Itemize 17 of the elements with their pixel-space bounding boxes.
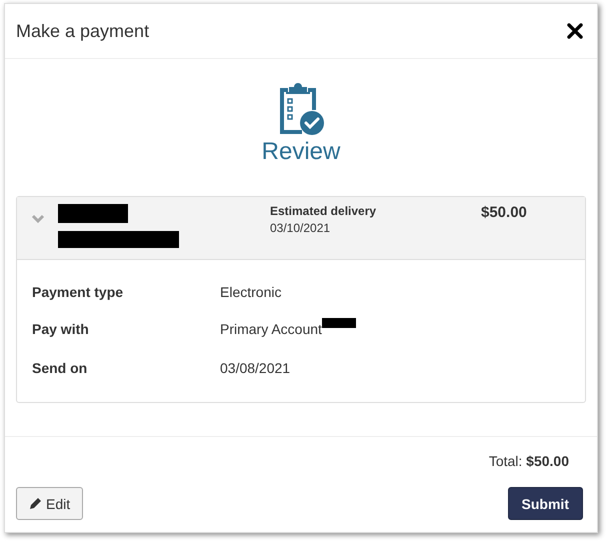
redaction-bar bbox=[58, 204, 128, 223]
step-label: Review bbox=[262, 139, 340, 165]
payment-amount: $50.00 bbox=[481, 204, 527, 223]
delivery-label: Estimated delivery bbox=[270, 204, 378, 219]
clipboard-check-icon bbox=[277, 80, 325, 136]
dialog-title: Make a payment bbox=[16, 20, 150, 42]
edit-button[interactable]: Edit bbox=[16, 487, 84, 520]
detail-value: Electronic bbox=[220, 284, 282, 300]
pencil-icon bbox=[29, 497, 42, 510]
detail-label: Payment type bbox=[32, 284, 124, 300]
detail-value: Primary Account bbox=[220, 321, 322, 337]
submit-button[interactable]: Submit bbox=[508, 487, 583, 520]
detail-label: Pay with bbox=[32, 321, 90, 337]
detail-label: Send on bbox=[32, 360, 88, 376]
delivery-date: 03/10/2021 bbox=[270, 220, 332, 237]
detail-value: 03/08/2021 bbox=[220, 360, 290, 376]
total-amount: Total: $50.00 bbox=[488, 453, 569, 469]
